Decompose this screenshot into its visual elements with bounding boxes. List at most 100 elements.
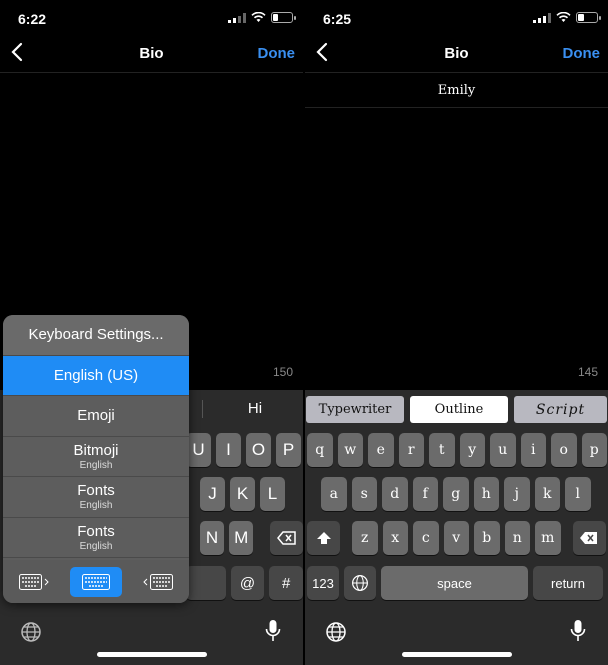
menu-item-label: Fonts	[77, 482, 115, 500]
menu-item-english-us[interactable]: English (US)	[3, 355, 189, 396]
key-c[interactable]: c	[413, 521, 439, 555]
char-count: 145	[577, 365, 598, 379]
keyboard-mode-bar	[3, 560, 189, 603]
key-i[interactable]: i	[520, 433, 546, 467]
globe-key[interactable]	[344, 566, 376, 600]
home-indicator	[401, 652, 512, 657]
battery-icon	[576, 12, 601, 23]
key-p[interactable]: P	[276, 433, 301, 467]
keyboard-full-button[interactable]	[70, 566, 122, 597]
wifi-icon	[251, 12, 266, 22]
globe-icon	[352, 575, 368, 591]
return-key[interactable]: return	[533, 566, 603, 600]
key-u[interactable]: U	[186, 433, 211, 467]
done-button[interactable]: Done	[563, 45, 601, 62]
key-l[interactable]: L	[260, 477, 285, 511]
key-t[interactable]: t	[429, 433, 455, 467]
key-q[interactable]: q	[307, 433, 333, 467]
key-e[interactable]: e	[368, 433, 394, 467]
key-p[interactable]: p	[581, 433, 607, 467]
key-o[interactable]: O	[246, 433, 271, 467]
suggestion-item[interactable]: Hi	[220, 400, 290, 417]
menu-item-fonts[interactable]: Fonts English	[3, 518, 189, 558]
space-key[interactable]: space	[381, 566, 528, 600]
space-key-partial[interactable]	[186, 566, 226, 600]
key-j[interactable]: j	[504, 477, 530, 511]
key-k[interactable]: k	[534, 477, 560, 511]
delete-icon	[276, 531, 296, 545]
shift-key[interactable]	[307, 521, 340, 555]
key-n[interactable]: N	[200, 521, 225, 555]
shift-icon	[316, 532, 331, 544]
char-count: 150	[272, 365, 293, 379]
done-button[interactable]: Done	[258, 45, 296, 62]
status-icons	[533, 12, 601, 23]
key-d[interactable]: d	[382, 477, 408, 511]
status-time: 6:22	[18, 11, 47, 27]
key-a[interactable]: a	[321, 477, 347, 511]
battery-icon	[271, 12, 296, 23]
wifi-icon	[556, 12, 571, 22]
signal-icon	[533, 12, 551, 23]
numbers-key[interactable]: 123	[307, 566, 339, 600]
menu-item-label: Bitmoji	[73, 441, 119, 459]
right-screen: 6:25 Bio Done Emily 145 Typewriter Outli…	[305, 0, 608, 665]
key-x[interactable]: x	[382, 521, 408, 555]
delete-key[interactable]	[270, 521, 303, 555]
divider	[305, 107, 608, 108]
key-o[interactable]: o	[551, 433, 577, 467]
delete-key[interactable]	[572, 521, 606, 555]
key-n[interactable]: n	[504, 521, 530, 555]
key-v[interactable]: v	[443, 521, 469, 555]
key-j[interactable]: J	[200, 477, 225, 511]
globe-icon[interactable]	[20, 621, 42, 643]
nav-bar: Bio Done	[0, 36, 303, 72]
key-b[interactable]: b	[474, 521, 500, 555]
menu-item-bitmoji[interactable]: Bitmoji English	[3, 437, 189, 477]
font-typewriter-button[interactable]: Typewriter	[306, 396, 404, 423]
suggestion-divider	[202, 400, 203, 418]
font-outline-button[interactable]: Outline	[410, 396, 508, 423]
bio-text: Emily	[437, 83, 476, 98]
bio-editor[interactable]: Emily 145	[305, 72, 608, 390]
menu-item-label: Keyboard Settings...	[28, 326, 164, 344]
menu-item-keyboard-settings[interactable]: Keyboard Settings...	[3, 315, 189, 356]
key-y[interactable]: y	[459, 433, 485, 467]
left-screen: 6:22 Bio Done 150 Hi UIOP JKL N M @ # Ke…	[0, 0, 303, 665]
menu-item-emoji[interactable]: Emoji	[3, 396, 189, 437]
keyboard: Typewriter Outline Script qwertyuiop asd…	[305, 390, 608, 665]
key-r[interactable]: r	[398, 433, 424, 467]
delete-icon	[580, 532, 597, 544]
keyboard-left-button[interactable]	[8, 567, 60, 597]
key-l[interactable]: l	[565, 477, 591, 511]
key-h[interactable]: h	[473, 477, 499, 511]
key-i[interactable]: I	[216, 433, 241, 467]
key-s[interactable]: s	[351, 477, 377, 511]
key-at[interactable]: @	[230, 566, 265, 600]
globe-icon[interactable]	[325, 621, 347, 643]
keyboard-switcher-menu: Keyboard Settings... English (US) Emoji …	[3, 315, 189, 603]
mic-icon[interactable]	[570, 619, 586, 643]
home-indicator	[96, 652, 207, 657]
key-k[interactable]: K	[230, 477, 255, 511]
menu-item-sub: English	[79, 459, 113, 471]
key-g[interactable]: g	[443, 477, 469, 511]
font-style-bar: Typewriter Outline Script	[305, 396, 608, 423]
key-m[interactable]: M	[229, 521, 254, 555]
key-hash[interactable]: #	[269, 566, 303, 600]
menu-item-sub: English	[79, 500, 113, 512]
font-script-button[interactable]: Script	[514, 396, 607, 423]
keyboard-full-icon	[82, 573, 110, 590]
key-u[interactable]: u	[490, 433, 516, 467]
keyboard-right-button[interactable]	[132, 567, 184, 597]
key-z[interactable]: z	[352, 521, 378, 555]
key-w[interactable]: w	[337, 433, 363, 467]
menu-item-label: English (US)	[53, 366, 139, 384]
menu-item-fonts[interactable]: Fonts English	[3, 477, 189, 518]
key-m[interactable]: m	[535, 521, 561, 555]
mic-icon[interactable]	[265, 619, 281, 643]
status-bar: 6:25	[305, 0, 608, 36]
status-bar: 6:22	[0, 0, 303, 36]
key-f[interactable]: f	[412, 477, 438, 511]
keyboard-right-icon	[143, 573, 173, 590]
